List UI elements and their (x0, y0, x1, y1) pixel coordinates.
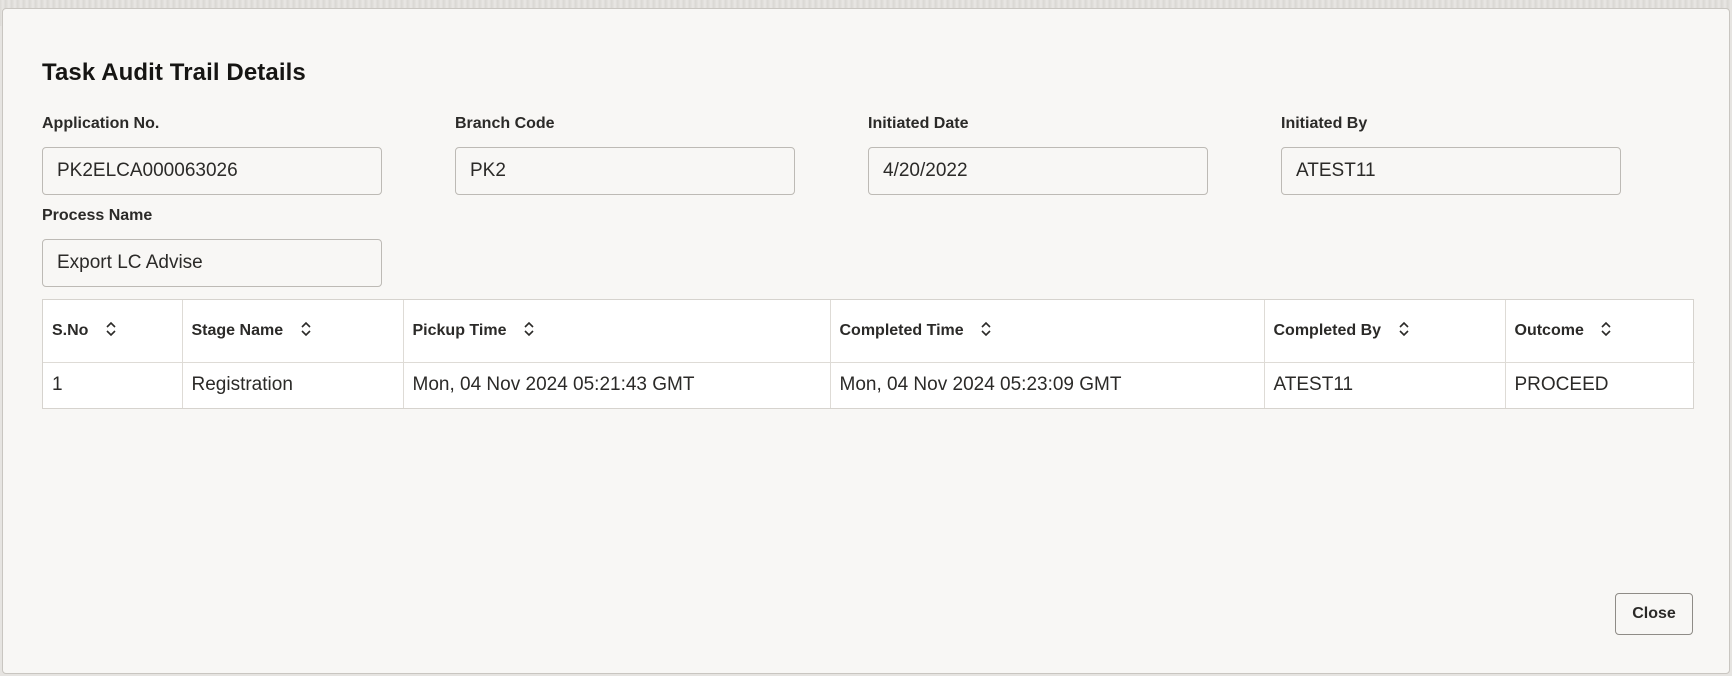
column-header-label: Completed Time (839, 321, 964, 339)
column-header-outcome[interactable]: Outcome (1505, 300, 1695, 363)
process-name-label: Process Name (42, 207, 153, 224)
cell-completed-by: ATEST11 (1264, 362, 1506, 408)
branch-code-label: Branch Code (455, 115, 555, 132)
table-row: 1 Registration Mon, 04 Nov 2024 05:21:43… (43, 362, 1695, 408)
process-name-field-group: Process Name (42, 205, 382, 287)
column-header-completed-by[interactable]: Completed By (1264, 300, 1506, 363)
column-header-completed-time[interactable]: Completed Time (830, 300, 1265, 363)
cell-pickup-time: Mon, 04 Nov 2024 05:21:43 GMT (403, 362, 831, 408)
cell-outcome: PROCEED (1514, 374, 1609, 396)
table-header-row: S.No Stage Name Pickup Time Completed Ti… (43, 300, 1695, 363)
cell-sno: 1 (43, 362, 183, 408)
initiated-date-field-group: Initiated Date (868, 113, 1208, 195)
sort-icon[interactable] (523, 321, 535, 337)
initiated-date-label: Initiated Date (868, 115, 969, 132)
sort-icon[interactable] (980, 321, 992, 337)
initiated-date-input[interactable] (868, 147, 1208, 195)
column-header-pickup-time[interactable]: Pickup Time (403, 300, 831, 363)
sort-icon[interactable] (300, 321, 312, 337)
column-header-label: S.No (52, 321, 89, 339)
application-no-label: Application No. (42, 115, 160, 132)
sort-icon[interactable] (1398, 321, 1410, 337)
branch-code-input[interactable] (455, 147, 795, 195)
application-no-input[interactable] (42, 147, 382, 195)
sort-icon[interactable] (1600, 321, 1612, 337)
column-header-stage-name[interactable]: Stage Name (182, 300, 404, 363)
dialog-title: Task Audit Trail Details (42, 59, 306, 86)
branch-code-field-group: Branch Code (455, 113, 795, 195)
column-header-label: Completed By (1273, 321, 1382, 339)
process-name-input[interactable] (42, 239, 382, 287)
column-header-sno[interactable]: S.No (43, 300, 183, 363)
cell-completed-time: Mon, 04 Nov 2024 05:23:09 GMT (830, 362, 1265, 408)
initiated-by-field-group: Initiated By (1281, 113, 1621, 195)
cell-stage-name: Registration (182, 362, 404, 408)
sort-icon[interactable] (105, 321, 117, 337)
initiated-by-label: Initiated By (1281, 115, 1368, 132)
column-header-label: Outcome (1514, 321, 1584, 339)
column-header-label: Pickup Time (412, 321, 507, 339)
initiated-by-input[interactable] (1281, 147, 1621, 195)
application-no-field-group: Application No. (42, 113, 382, 195)
close-button[interactable]: Close (1615, 593, 1693, 635)
column-header-label: Stage Name (191, 321, 284, 339)
audit-trail-table: S.No Stage Name Pickup Time Completed Ti… (42, 299, 1695, 409)
task-audit-trail-dialog: Task Audit Trail Details Application No.… (2, 8, 1730, 674)
